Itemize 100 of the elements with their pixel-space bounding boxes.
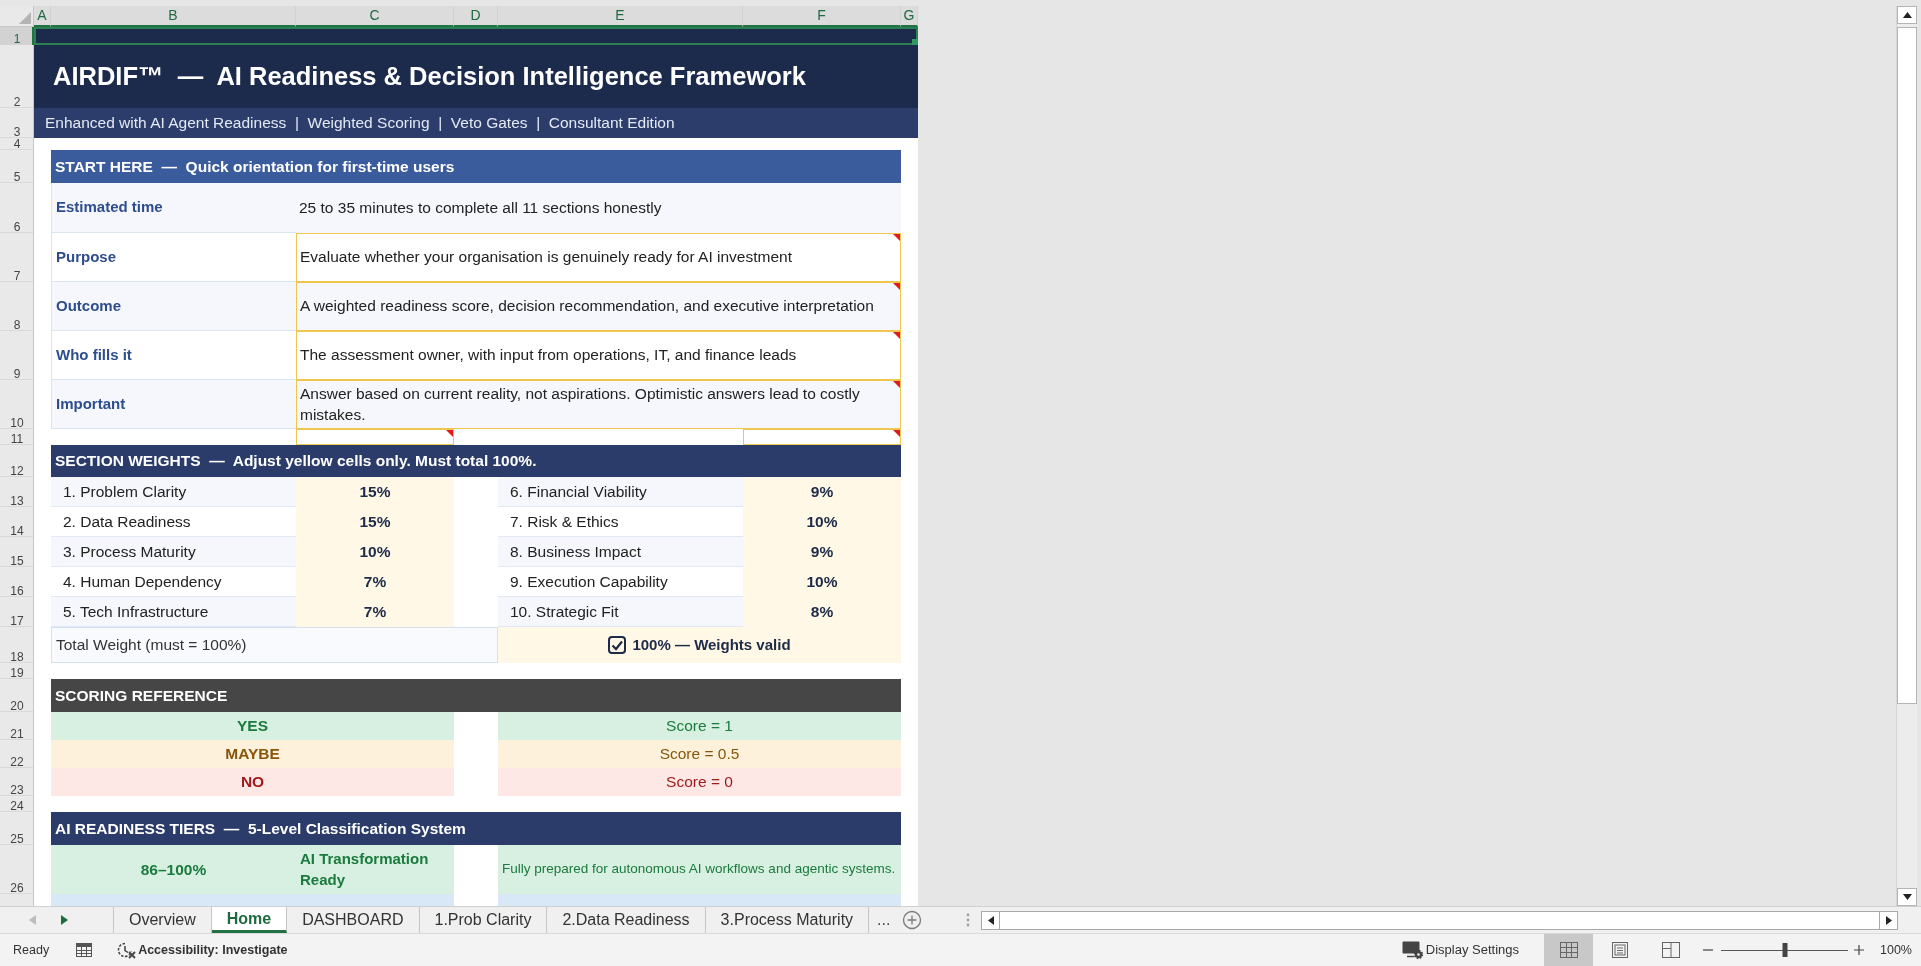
add-sheet-icon[interactable] (902, 910, 923, 930)
row-header[interactable]: 26 (0, 845, 34, 894)
normal-view-button[interactable] (1544, 934, 1593, 966)
column-header[interactable]: B (51, 6, 296, 27)
answer-label: YES (51, 712, 454, 740)
weight-value: 8% (743, 597, 901, 627)
fill-handle-icon[interactable] (912, 39, 918, 45)
sheet-grid-icon[interactable] (76, 943, 93, 957)
tier-range: 86–100% (51, 845, 296, 894)
plus-icon[interactable] (1854, 945, 1864, 955)
monitor-gear-icon[interactable] (1401, 940, 1424, 960)
info-value: A weighted readiness score, decision recommendation, and executive interpretation (300, 296, 874, 317)
left-arrow-icon[interactable] (987, 915, 994, 925)
up-arrow-icon[interactable] (1902, 12, 1912, 18)
score-text: Score = 1 (498, 712, 901, 740)
down-arrow-icon[interactable] (1902, 894, 1912, 900)
row-header[interactable]: 7 (0, 233, 34, 282)
row-header[interactable]: 3 (0, 108, 34, 138)
scroll-up-button[interactable] (1897, 6, 1917, 24)
column-header[interactable]: D (454, 6, 498, 27)
answer-label: MAYBE (51, 740, 454, 768)
row-header[interactable]: 15 (0, 537, 34, 567)
section-name: 8. Business Impact (498, 537, 743, 567)
row-header[interactable]: 24 (0, 796, 34, 812)
section-name: 6. Financial Viability (498, 477, 743, 507)
row-header[interactable]: 13 (0, 477, 34, 507)
row-header[interactable]: 8 (0, 282, 34, 331)
row-header[interactable]: 6 (0, 183, 34, 233)
info-label: Important (51, 380, 296, 429)
weight-value: 9% (743, 537, 901, 567)
column-header[interactable]: C (296, 6, 454, 27)
banner-subtitle: Enhanced with AI Agent Readiness | Weighted Scoring | Veto Gates | Consultant Edition (34, 108, 918, 138)
scrollbar-thumb[interactable] (1000, 910, 1879, 930)
banner-title: AIRDIF™ — AI Readiness & Decision Intelligence Framework (34, 45, 918, 108)
right-arrow-icon[interactable] (1885, 915, 1892, 925)
clock-cross-icon[interactable] (116, 941, 137, 959)
row-header[interactable]: 21 (0, 712, 34, 740)
weight-value: 10% (296, 537, 454, 567)
row-header[interactable]: 1 (0, 27, 34, 45)
section-name: 10. Strategic Fit (498, 597, 743, 627)
zoom-level: 100% (1880, 941, 1912, 959)
weight-value: 10% (743, 507, 901, 537)
section-name: 3. Process Maturity (51, 537, 296, 567)
info-value: The assessment owner, with input from operations, IT, and finance leads (300, 345, 797, 366)
row-header[interactable]: 16 (0, 567, 34, 597)
column-header[interactable]: E (498, 6, 743, 27)
scroll-down-button[interactable] (1897, 888, 1917, 906)
accessibility-status[interactable]: Accessibility: Investigate (138, 940, 288, 960)
tier-description: Fully prepared for autonomous AI workflows and agentic systems. (498, 845, 901, 894)
row-header[interactable]: 25 (0, 812, 34, 845)
row-header[interactable]: 11 (0, 429, 34, 445)
more-tabs-button[interactable]: ... (869, 907, 899, 933)
weight-value: 15% (296, 477, 454, 507)
scrollbar-thumb[interactable] (1897, 27, 1917, 704)
info-label: Estimated time (51, 183, 296, 233)
section-heading: SCORING REFERENCE (51, 679, 901, 712)
status-text: Ready (13, 941, 50, 959)
weight-value: 7% (296, 597, 454, 627)
sheet-tab[interactable]: Home (211, 907, 288, 933)
column-header[interactable]: A (34, 6, 51, 27)
scroll-right-button[interactable] (1879, 910, 1898, 930)
row-header[interactable]: 10 (0, 380, 34, 429)
row-header[interactable]: 17 (0, 597, 34, 627)
section-name: 5. Tech Infrastructure (51, 597, 296, 627)
info-value: Answer based on current reality, not aspirations. Optimistic answers lead to costly mistakes. (300, 384, 861, 425)
zoom-slider-thumb[interactable] (1782, 943, 1787, 957)
score-text: Score = 0.5 (498, 740, 901, 768)
info-label: Outcome (51, 282, 296, 331)
row-header[interactable]: 20 (0, 679, 34, 712)
row-header[interactable]: 9 (0, 331, 34, 380)
column-header[interactable]: F (743, 6, 901, 27)
row-header[interactable]: 22 (0, 740, 34, 768)
answer-label: NO (51, 768, 454, 796)
weight-value: 9% (743, 477, 901, 507)
row-header[interactable]: 2 (0, 45, 34, 108)
scroll-left-button[interactable] (981, 910, 1000, 930)
weight-value: 10% (743, 567, 901, 597)
row-header[interactable]: 23 (0, 768, 34, 796)
splitter-handle-icon[interactable] (966, 913, 970, 927)
weight-value: 15% (296, 507, 454, 537)
row-header[interactable]: 4 (0, 138, 34, 150)
grid-icon (1559, 942, 1578, 958)
row-header[interactable]: 19 (0, 663, 34, 679)
row-header[interactable]: 12 (0, 445, 34, 477)
row-header[interactable]: 5 (0, 150, 34, 183)
info-value: Evaluate whether your organisation is genuinely ready for AI investment (300, 247, 792, 268)
triangle-icon (19, 12, 31, 24)
display-settings-label[interactable]: Display Settings (1425, 940, 1519, 960)
total-label: Total Weight (must = 100%) (51, 627, 498, 663)
section-heading: SECTION WEIGHTS — Adjust yellow cells only. Must total 100%. (51, 445, 901, 477)
column-header[interactable]: G (901, 6, 918, 27)
vertical-scrollbar[interactable] (1896, 6, 1917, 906)
section-heading: AI READINESS TIERS — 5-Level Classification System (51, 812, 901, 845)
section-heading: START HERE — Quick orientation for first-time users (51, 150, 901, 183)
row-header[interactable]: 18 (0, 627, 34, 663)
page-icon (1611, 942, 1628, 958)
score-text: Score = 0 (498, 768, 901, 796)
row-header[interactable]: 14 (0, 507, 34, 537)
weight-value: 7% (296, 567, 454, 597)
info-value: 25 to 35 minutes to complete all 11 sections honestly (299, 197, 662, 218)
